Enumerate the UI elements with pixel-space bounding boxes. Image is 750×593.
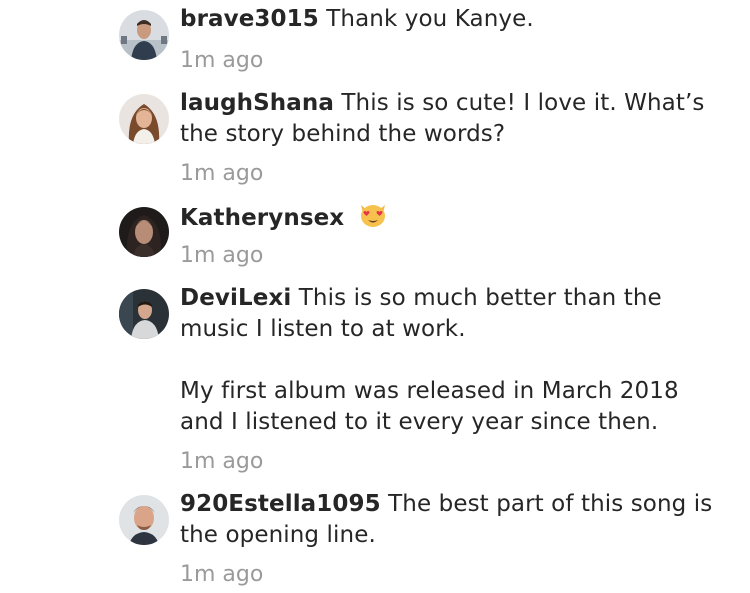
avatar-DeviLexi[interactable]: [119, 289, 169, 339]
comment-timestamp: 1m ago: [180, 562, 264, 587]
avatar-920Estella1095[interactable]: [119, 495, 169, 545]
heart-eyes-cat-emoji-icon: [358, 201, 388, 238]
comment-username[interactable]: laughShana: [180, 90, 334, 116]
comment-timestamp: 1m ago: [180, 161, 264, 186]
comment-username[interactable]: 920Estella1095: [180, 491, 381, 517]
comment-text: Thank you Kanye.: [326, 6, 534, 32]
avatar-brave3015[interactable]: [119, 10, 169, 60]
comment-body: DeviLexi This is so much better than the…: [180, 283, 720, 438]
comment-body: 920Estella1095 The best part of this son…: [180, 489, 720, 551]
comment-username[interactable]: DeviLexi: [180, 285, 291, 311]
comment-username[interactable]: Katherynsex: [180, 205, 344, 231]
comment-timestamp: 1m ago: [180, 243, 264, 268]
comment-timestamp: 1m ago: [180, 48, 264, 73]
comment-body: brave3015 Thank you Kanye.: [180, 4, 720, 35]
comment-body: Katherynsex: [180, 201, 720, 238]
comment-username[interactable]: brave3015: [180, 6, 319, 32]
comment-timestamp: 1m ago: [180, 449, 264, 474]
comment-body: laughShana This is so cute! I love it. W…: [180, 88, 720, 150]
avatar-laughShana[interactable]: [119, 94, 169, 144]
avatar-Katherynsex[interactable]: [119, 207, 169, 257]
